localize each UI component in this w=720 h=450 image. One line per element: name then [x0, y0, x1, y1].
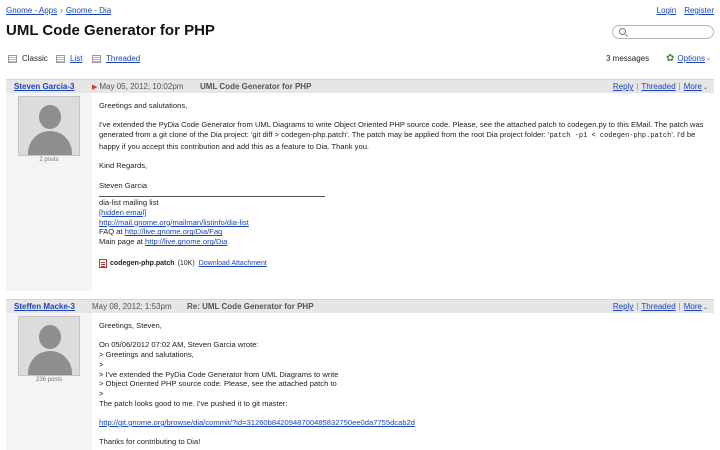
view-classic-label: Classic	[22, 54, 48, 63]
auth-links: Login Register	[649, 6, 714, 15]
post-body: Greetings, Steven, On 05/06/2012 07:02 A…	[92, 313, 714, 450]
faq-line: FAQ at http://live.gnome.org/Dia/Faq	[99, 227, 714, 237]
top-bar: Gnome - Apps › Gnome - Dia Login Register	[6, 6, 714, 18]
quote-line: >	[99, 359, 104, 369]
quote-line: > I've extended the PyDia Code Generator…	[99, 369, 339, 379]
message-text: Thanks for contributing to Dia!	[99, 437, 201, 447]
action-separator: |	[636, 302, 639, 311]
register-link[interactable]: Register	[684, 6, 714, 15]
post-date-text: May 05, 2012; 10:02pm	[99, 82, 184, 91]
message-text: I've extended the PyDia Code Generator f…	[99, 120, 714, 151]
threaded-link[interactable]: Threaded	[641, 82, 675, 91]
login-link[interactable]: Login	[657, 6, 677, 15]
chevron-down-icon: ⌄	[705, 56, 711, 62]
main-page-line: Main page at http://live.gnome.org/Dia	[99, 237, 714, 247]
post-date: May 08, 2012; 1:53pm	[92, 302, 172, 311]
main-page-label: Main page at	[99, 237, 143, 247]
post: Steven Garcia-3 ▶ May 05, 2012; 10:02pm U…	[6, 79, 714, 292]
options-menu[interactable]: ✿ Options ⌄	[666, 52, 711, 64]
view-toolbar: Classic List Threaded 3 messages ✿ Optio…	[6, 52, 714, 66]
quote-line: > Object Oriented PHP source code. Pleas…	[99, 379, 337, 389]
attachment-name: codegen-php.patch	[110, 259, 175, 267]
hidden-email-link[interactable]: [hidden email]	[99, 208, 146, 217]
view-list[interactable]: List	[56, 54, 82, 63]
more-link[interactable]: More	[684, 82, 702, 91]
quote-line: > Greetings and salutations,	[99, 350, 194, 360]
new-post-flag-icon: ▶	[92, 84, 98, 91]
avatar[interactable]	[18, 316, 80, 376]
action-separator: |	[678, 82, 681, 91]
view-threaded[interactable]: Threaded	[92, 54, 140, 63]
message-text: Steven Garcia	[99, 180, 148, 190]
main-page-link[interactable]: http://live.gnome.org/Dia	[145, 237, 227, 246]
post-subject: Re: UML Code Generator for PHP	[187, 302, 314, 311]
message-text: Greetings, Steven,	[99, 321, 162, 330]
reply-link[interactable]: Reply	[613, 302, 633, 311]
code-snippet: patch -p1 < codegen-php.patch	[549, 132, 672, 141]
breadcrumb: Gnome - Apps › Gnome - Dia	[6, 6, 111, 15]
chevron-down-icon: ⌄	[702, 85, 708, 91]
post-count: 236 posts	[35, 377, 63, 383]
breadcrumb-separator: ›	[60, 6, 63, 15]
action-separator: |	[678, 302, 681, 311]
commit-link[interactable]: http://git.gnome.org/browse/dia/commit/?…	[99, 418, 415, 427]
author-link[interactable]: Steffen Macke-3	[14, 302, 75, 311]
threaded-link[interactable]: Threaded	[641, 302, 675, 311]
quote-intro: On 05/06/2012 07:02 AM, Steven Garcia wr…	[99, 340, 259, 350]
gear-icon: ✿	[666, 52, 675, 64]
page-title: UML Code Generator for PHP	[6, 22, 215, 39]
search-input[interactable]	[612, 25, 714, 39]
avatar[interactable]	[18, 96, 80, 156]
breadcrumb-gnome-apps[interactable]: Gnome - Apps	[6, 6, 57, 15]
chevron-down-icon: ⌄	[702, 305, 708, 311]
author-link[interactable]: Steven Garcia-3	[14, 82, 74, 91]
list-view-icon	[56, 54, 65, 63]
more-link[interactable]: More	[684, 302, 702, 311]
post-subject: UML Code Generator for PHP	[200, 82, 312, 91]
quote-line: >	[99, 388, 104, 398]
post-count: 2 posts	[39, 157, 59, 163]
post: Steffen Macke-3 May 08, 2012; 1:53pm Re:…	[6, 299, 714, 450]
faq-label: FAQ at	[99, 227, 123, 237]
file-icon	[99, 259, 107, 269]
post-date: ▶ May 05, 2012; 10:02pm	[92, 82, 183, 91]
view-threaded-link[interactable]: Threaded	[106, 54, 140, 63]
message-text: Kind Regards,	[99, 161, 148, 171]
reply-link[interactable]: Reply	[613, 82, 633, 91]
threaded-view-icon	[92, 54, 101, 63]
post-header: Steven Garcia-3 ▶ May 05, 2012; 10:02pm U…	[6, 80, 714, 93]
message-count: 3 messages	[606, 54, 650, 63]
breadcrumb-gnome-dia[interactable]: Gnome - Dia	[66, 6, 111, 15]
list-name: dia-list mailing list	[99, 198, 159, 208]
action-separator: |	[636, 82, 639, 91]
view-classic[interactable]: Classic	[8, 54, 48, 63]
post-header: Steffen Macke-3 May 08, 2012; 1:53pm Re:…	[6, 300, 714, 313]
attachment: codegen-php.patch (10K) Download Attachm…	[99, 259, 714, 269]
message-text: The patch looks good to me. I've pushed …	[99, 398, 288, 408]
options-link[interactable]: Options	[677, 54, 705, 63]
post-actions: Reply | Threaded | More⌄	[613, 82, 708, 91]
attachment-size: (10K)	[177, 259, 195, 267]
download-attachment-link[interactable]: Download Attachment	[199, 259, 267, 269]
faq-link[interactable]: http://live.gnome.org/Dia/Faq	[125, 227, 223, 236]
view-list-link[interactable]: List	[70, 54, 82, 63]
post-body: Greetings and salutations, I've extended…	[92, 93, 714, 292]
signature-divider	[99, 196, 325, 198]
search-icon	[619, 28, 626, 35]
message-text: Greetings and salutations,	[99, 101, 188, 110]
post-actions: Reply | Threaded | More⌄	[613, 302, 708, 311]
classic-view-icon	[8, 54, 17, 63]
mailman-link[interactable]: http://mail.gnome.org/mailman/listinfo/d…	[99, 218, 249, 227]
